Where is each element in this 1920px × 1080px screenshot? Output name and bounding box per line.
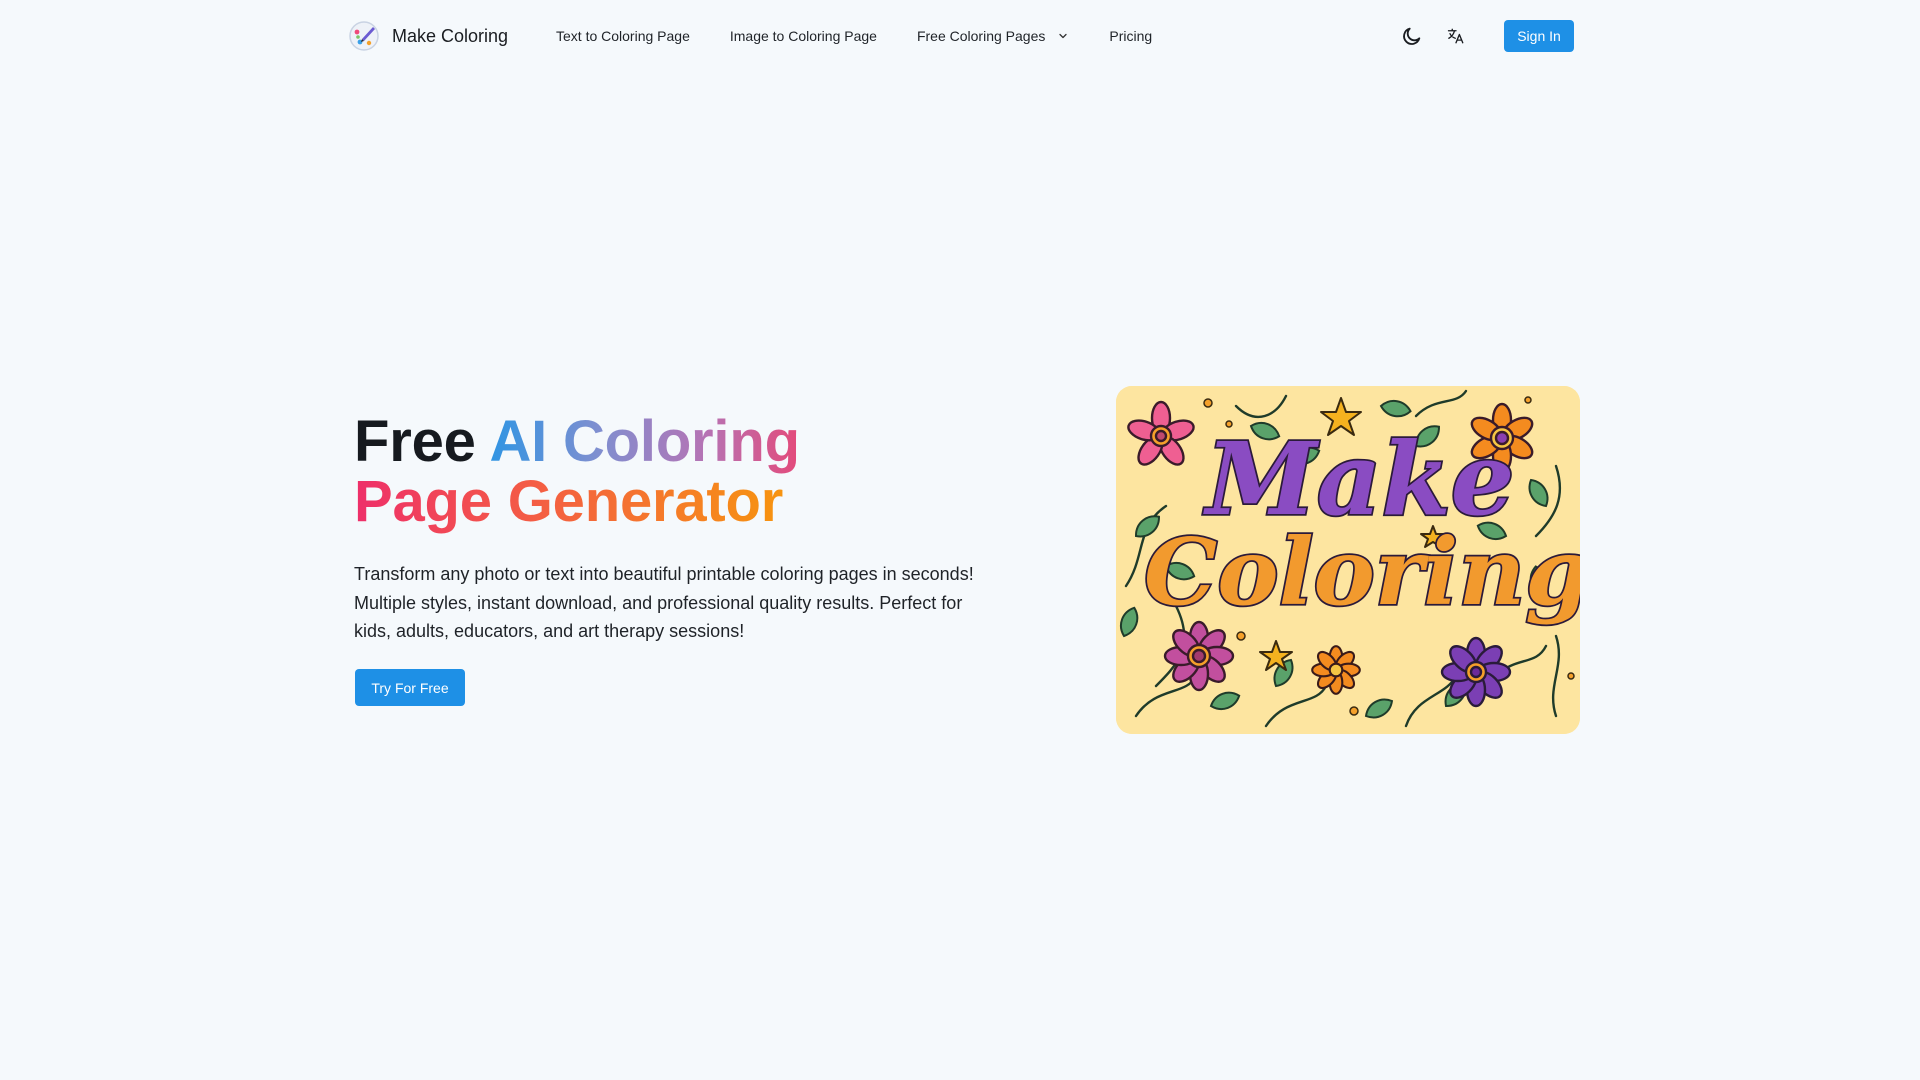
hero-title-gradient-1: AI Coloring	[489, 409, 800, 474]
palette-logo-icon	[349, 21, 379, 51]
hero-title-plain: Free	[354, 409, 490, 474]
try-for-free-button[interactable]: Try For Free	[355, 669, 465, 706]
translate-icon	[1447, 28, 1464, 44]
hero-title: Free AI Coloring Page Generator	[354, 412, 974, 532]
brand-name: Make Coloring	[392, 25, 509, 46]
sign-in-button[interactable]: Sign In	[1504, 20, 1574, 52]
nav-text-to-coloring-page[interactable]: Text to Coloring Page	[556, 22, 690, 50]
chevron-down-icon	[1059, 33, 1068, 39]
nav-pricing[interactable]: Pricing	[1109, 22, 1152, 50]
nav-image-to-coloring-page[interactable]: Image to Coloring Page	[730, 22, 877, 50]
make-coloring-illustration: Make Coloring	[1116, 386, 1580, 734]
hero-description: Transform any photo or text into beautif…	[354, 564, 974, 641]
moon-icon	[1403, 27, 1421, 45]
hero-title-gradient-2: Page Generator	[354, 469, 784, 534]
brand-link[interactable]: Make Coloring	[348, 20, 508, 52]
theme-toggle-button[interactable]	[1396, 20, 1428, 52]
site-header: Make Coloring Text to Coloring Page Imag…	[0, 0, 1920, 72]
language-button[interactable]	[1440, 20, 1472, 52]
main-nav: Text to Coloring Page Image to Coloring …	[556, 22, 1152, 50]
illustration-word-coloring: Coloring	[1144, 518, 1580, 626]
nav-free-coloring-pages[interactable]: Free Coloring Pages	[917, 22, 1069, 50]
nav-free-coloring-pages-label: Free Coloring Pages	[916, 28, 1046, 44]
hero-image: Make Coloring	[1116, 386, 1580, 734]
